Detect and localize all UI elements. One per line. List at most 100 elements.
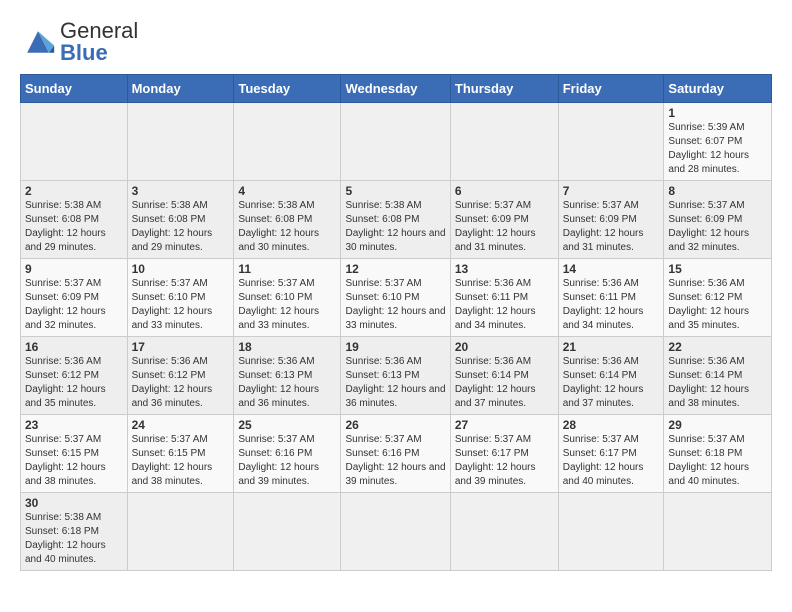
calendar-week-6: 30Sunrise: 5:38 AM Sunset: 6:18 PM Dayli… <box>21 493 772 571</box>
day-info: Sunrise: 5:37 AM Sunset: 6:09 PM Dayligh… <box>563 199 660 255</box>
day-info: Sunrise: 5:38 AM Sunset: 6:08 PM Dayligh… <box>132 199 230 255</box>
logo-general: General <box>60 20 138 42</box>
calendar-week-3: 9Sunrise: 5:37 AM Sunset: 6:09 PM Daylig… <box>21 259 772 337</box>
calendar-cell: 10Sunrise: 5:37 AM Sunset: 6:10 PM Dayli… <box>127 259 234 337</box>
calendar-cell: 15Sunrise: 5:36 AM Sunset: 6:12 PM Dayli… <box>664 259 772 337</box>
calendar-cell: 7Sunrise: 5:37 AM Sunset: 6:09 PM Daylig… <box>558 181 664 259</box>
calendar-cell: 19Sunrise: 5:36 AM Sunset: 6:13 PM Dayli… <box>341 337 450 415</box>
calendar-cell: 3Sunrise: 5:38 AM Sunset: 6:08 PM Daylig… <box>127 181 234 259</box>
calendar-cell <box>341 493 450 571</box>
logo-icon <box>20 24 56 60</box>
day-number: 19 <box>345 340 445 354</box>
day-number: 28 <box>563 418 660 432</box>
logo-text: General Blue <box>60 20 138 64</box>
day-info: Sunrise: 5:36 AM Sunset: 6:12 PM Dayligh… <box>132 355 230 411</box>
calendar-cell: 24Sunrise: 5:37 AM Sunset: 6:15 PM Dayli… <box>127 415 234 493</box>
calendar-page: General Blue SundayMondayTuesdayWednesda… <box>0 0 792 581</box>
day-info: Sunrise: 5:37 AM Sunset: 6:15 PM Dayligh… <box>25 433 123 489</box>
calendar-week-1: 1Sunrise: 5:39 AM Sunset: 6:07 PM Daylig… <box>21 103 772 181</box>
day-number: 11 <box>238 262 336 276</box>
day-number: 10 <box>132 262 230 276</box>
weekday-header-wednesday: Wednesday <box>341 75 450 103</box>
calendar-cell <box>664 493 772 571</box>
weekday-header-sunday: Sunday <box>21 75 128 103</box>
weekday-header-monday: Monday <box>127 75 234 103</box>
day-number: 4 <box>238 184 336 198</box>
calendar-cell: 21Sunrise: 5:36 AM Sunset: 6:14 PM Dayli… <box>558 337 664 415</box>
day-number: 20 <box>455 340 554 354</box>
day-info: Sunrise: 5:37 AM Sunset: 6:16 PM Dayligh… <box>345 433 445 489</box>
day-info: Sunrise: 5:39 AM Sunset: 6:07 PM Dayligh… <box>668 121 767 177</box>
day-info: Sunrise: 5:37 AM Sunset: 6:10 PM Dayligh… <box>345 277 445 333</box>
day-number: 14 <box>563 262 660 276</box>
calendar-cell <box>21 103 128 181</box>
day-info: Sunrise: 5:37 AM Sunset: 6:10 PM Dayligh… <box>132 277 230 333</box>
day-info: Sunrise: 5:38 AM Sunset: 6:08 PM Dayligh… <box>345 199 445 255</box>
calendar-cell <box>127 493 234 571</box>
calendar-cell: 4Sunrise: 5:38 AM Sunset: 6:08 PM Daylig… <box>234 181 341 259</box>
day-info: Sunrise: 5:36 AM Sunset: 6:12 PM Dayligh… <box>25 355 123 411</box>
day-number: 24 <box>132 418 230 432</box>
weekday-header-row: SundayMondayTuesdayWednesdayThursdayFrid… <box>21 75 772 103</box>
calendar-cell: 2Sunrise: 5:38 AM Sunset: 6:08 PM Daylig… <box>21 181 128 259</box>
calendar-cell <box>558 493 664 571</box>
weekday-header-thursday: Thursday <box>450 75 558 103</box>
calendar-cell: 26Sunrise: 5:37 AM Sunset: 6:16 PM Dayli… <box>341 415 450 493</box>
calendar-cell: 14Sunrise: 5:36 AM Sunset: 6:11 PM Dayli… <box>558 259 664 337</box>
calendar-cell: 18Sunrise: 5:36 AM Sunset: 6:13 PM Dayli… <box>234 337 341 415</box>
calendar-cell <box>341 103 450 181</box>
day-info: Sunrise: 5:37 AM Sunset: 6:09 PM Dayligh… <box>668 199 767 255</box>
day-info: Sunrise: 5:37 AM Sunset: 6:10 PM Dayligh… <box>238 277 336 333</box>
calendar-week-4: 16Sunrise: 5:36 AM Sunset: 6:12 PM Dayli… <box>21 337 772 415</box>
calendar-cell <box>450 493 558 571</box>
day-number: 9 <box>25 262 123 276</box>
day-info: Sunrise: 5:37 AM Sunset: 6:16 PM Dayligh… <box>238 433 336 489</box>
calendar-cell: 29Sunrise: 5:37 AM Sunset: 6:18 PM Dayli… <box>664 415 772 493</box>
calendar-cell: 6Sunrise: 5:37 AM Sunset: 6:09 PM Daylig… <box>450 181 558 259</box>
day-number: 26 <box>345 418 445 432</box>
day-number: 22 <box>668 340 767 354</box>
weekday-header-saturday: Saturday <box>664 75 772 103</box>
day-info: Sunrise: 5:37 AM Sunset: 6:09 PM Dayligh… <box>25 277 123 333</box>
day-number: 29 <box>668 418 767 432</box>
day-info: Sunrise: 5:36 AM Sunset: 6:14 PM Dayligh… <box>668 355 767 411</box>
calendar-cell <box>558 103 664 181</box>
calendar-cell <box>127 103 234 181</box>
day-number: 30 <box>25 496 123 510</box>
calendar-table: SundayMondayTuesdayWednesdayThursdayFrid… <box>20 74 772 571</box>
calendar-cell <box>234 103 341 181</box>
day-info: Sunrise: 5:38 AM Sunset: 6:08 PM Dayligh… <box>238 199 336 255</box>
calendar-cell: 22Sunrise: 5:36 AM Sunset: 6:14 PM Dayli… <box>664 337 772 415</box>
calendar-cell <box>450 103 558 181</box>
day-number: 21 <box>563 340 660 354</box>
day-info: Sunrise: 5:37 AM Sunset: 6:09 PM Dayligh… <box>455 199 554 255</box>
calendar-cell: 12Sunrise: 5:37 AM Sunset: 6:10 PM Dayli… <box>341 259 450 337</box>
day-info: Sunrise: 5:38 AM Sunset: 6:18 PM Dayligh… <box>25 511 123 567</box>
calendar-cell: 16Sunrise: 5:36 AM Sunset: 6:12 PM Dayli… <box>21 337 128 415</box>
day-info: Sunrise: 5:36 AM Sunset: 6:14 PM Dayligh… <box>563 355 660 411</box>
day-number: 27 <box>455 418 554 432</box>
day-number: 15 <box>668 262 767 276</box>
day-number: 23 <box>25 418 123 432</box>
day-info: Sunrise: 5:37 AM Sunset: 6:15 PM Dayligh… <box>132 433 230 489</box>
day-number: 6 <box>455 184 554 198</box>
calendar-cell: 9Sunrise: 5:37 AM Sunset: 6:09 PM Daylig… <box>21 259 128 337</box>
day-number: 2 <box>25 184 123 198</box>
calendar-cell <box>234 493 341 571</box>
calendar-cell: 11Sunrise: 5:37 AM Sunset: 6:10 PM Dayli… <box>234 259 341 337</box>
calendar-cell: 5Sunrise: 5:38 AM Sunset: 6:08 PM Daylig… <box>341 181 450 259</box>
calendar-cell: 1Sunrise: 5:39 AM Sunset: 6:07 PM Daylig… <box>664 103 772 181</box>
day-number: 12 <box>345 262 445 276</box>
day-info: Sunrise: 5:37 AM Sunset: 6:17 PM Dayligh… <box>563 433 660 489</box>
calendar-cell: 8Sunrise: 5:37 AM Sunset: 6:09 PM Daylig… <box>664 181 772 259</box>
logo-blue: Blue <box>60 42 138 64</box>
calendar-cell: 20Sunrise: 5:36 AM Sunset: 6:14 PM Dayli… <box>450 337 558 415</box>
calendar-cell: 30Sunrise: 5:38 AM Sunset: 6:18 PM Dayli… <box>21 493 128 571</box>
day-number: 8 <box>668 184 767 198</box>
day-number: 13 <box>455 262 554 276</box>
weekday-header-tuesday: Tuesday <box>234 75 341 103</box>
day-info: Sunrise: 5:36 AM Sunset: 6:13 PM Dayligh… <box>238 355 336 411</box>
calendar-cell: 23Sunrise: 5:37 AM Sunset: 6:15 PM Dayli… <box>21 415 128 493</box>
day-number: 5 <box>345 184 445 198</box>
day-info: Sunrise: 5:37 AM Sunset: 6:17 PM Dayligh… <box>455 433 554 489</box>
